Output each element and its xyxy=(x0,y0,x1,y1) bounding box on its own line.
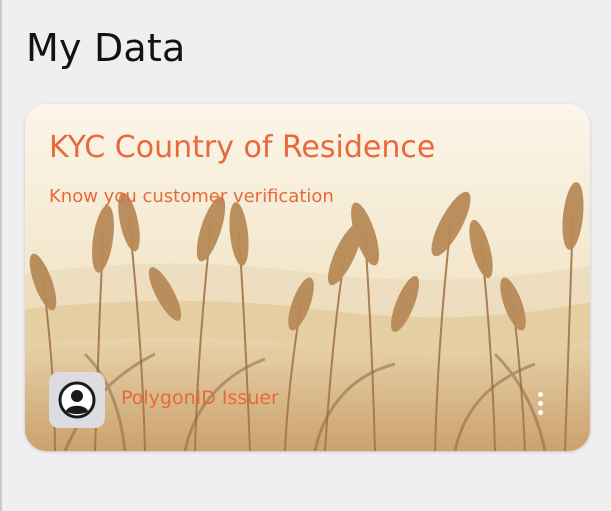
credential-subtitle: Know you customer verification xyxy=(49,186,334,207)
person-circle-icon xyxy=(58,381,96,419)
my-data-screen: My Data KYC Country of Residence Know yo… xyxy=(0,0,611,511)
page-title: My Data xyxy=(26,26,186,70)
credential-title: KYC Country of Residence xyxy=(49,130,436,165)
more-vertical-icon-dot xyxy=(537,409,543,415)
window-edge xyxy=(0,0,2,511)
more-vertical-icon xyxy=(537,391,543,397)
issuer-name: PolygonID Issuer xyxy=(121,387,279,409)
credential-card[interactable]: KYC Country of Residence Know you custom… xyxy=(25,104,590,451)
more-options-button[interactable] xyxy=(530,388,550,418)
more-vertical-icon-dot xyxy=(537,400,543,406)
issuer-avatar xyxy=(49,372,105,428)
